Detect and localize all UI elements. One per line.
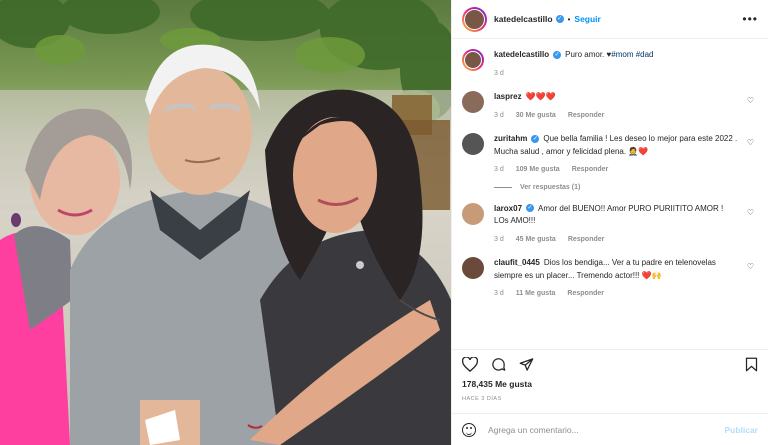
share-icon[interactable] xyxy=(519,357,534,372)
replies-divider xyxy=(494,186,512,188)
reply-button[interactable]: Responder xyxy=(567,288,604,301)
instagram-post: katedelcastillo ✓ • Seguir ••• katedelca… xyxy=(0,0,768,445)
view-replies-label[interactable]: Ver respuestas (1) xyxy=(520,184,580,191)
verified-badge-icon: ✓ xyxy=(531,134,540,143)
family-photo-illustration xyxy=(0,0,451,445)
verified-badge-icon: ✓ xyxy=(553,50,562,59)
more-options-icon[interactable]: ••• xyxy=(742,12,758,26)
comment-likes[interactable]: 45 Me gusta xyxy=(516,234,556,247)
commenter-avatar[interactable] xyxy=(462,91,484,113)
comment-username[interactable]: larox07 xyxy=(494,204,522,213)
comment-icon[interactable] xyxy=(491,357,506,372)
like-comment-icon[interactable]: ♡ xyxy=(747,262,754,271)
author-avatar[interactable] xyxy=(462,6,487,32)
likes-count[interactable]: 178,435 Me gusta xyxy=(452,379,768,393)
commenter-avatar[interactable] xyxy=(462,133,484,155)
separator-dot: • xyxy=(567,14,571,24)
caption-text: Puro amor. ♥ xyxy=(565,50,612,59)
caption-hashtags[interactable]: #mom #dad xyxy=(611,50,653,59)
comments-section: katedelcastillo ✓ Puro amor. ♥#mom #dad 3 … xyxy=(452,39,768,349)
comment-username[interactable]: zuritahm xyxy=(494,134,527,143)
comment-input[interactable] xyxy=(488,424,725,435)
caption-time[interactable]: 3 d xyxy=(494,68,504,81)
comment-likes[interactable]: 30 Me gusta xyxy=(516,110,556,123)
commenter-avatar[interactable] xyxy=(462,257,484,279)
reply-button[interactable]: Responder xyxy=(568,110,605,123)
comment-text: ❤️❤️❤️ xyxy=(525,92,556,101)
comment-item: larox07 ✓ Amor del BUENO!! Amor PURO PURII… xyxy=(462,202,758,247)
reply-button[interactable]: Responder xyxy=(572,164,609,177)
post-date[interactable]: HACE 3 DÍAS xyxy=(452,393,768,413)
bookmark-icon[interactable] xyxy=(745,357,758,372)
caption: katedelcastillo ✓ Puro amor. ♥#mom #dad 3 … xyxy=(462,49,758,80)
heart-icon[interactable] xyxy=(462,357,478,372)
comment-item: lasprez ❤️❤️❤️ 3 d 30 Me gusta Responder … xyxy=(462,91,758,122)
commenter-avatar[interactable] xyxy=(462,202,484,225)
post-side-panel: katedelcastillo ✓ • Seguir ••• katedelca… xyxy=(451,0,768,445)
post-actions xyxy=(452,349,768,379)
like-comment-icon[interactable]: ♡ xyxy=(747,96,754,105)
comment-likes[interactable]: 109 Me gusta xyxy=(516,164,560,177)
comment-username[interactable]: claufit_0445 xyxy=(494,258,540,267)
comment-time[interactable]: 3 d xyxy=(494,164,504,177)
view-replies-button[interactable]: Ver respuestas (1) xyxy=(494,184,758,191)
comment-item: claufit_0445 Dios los bendiga... Ver a tu… xyxy=(462,257,758,301)
comment-time[interactable]: 3 d xyxy=(494,234,504,247)
post-photo[interactable] xyxy=(0,0,451,445)
like-comment-icon[interactable]: ♡ xyxy=(747,138,754,147)
comment-likes[interactable]: 11 Me gusta xyxy=(516,288,556,301)
post-header: katedelcastillo ✓ • Seguir ••• xyxy=(452,0,768,39)
reply-button[interactable]: Responder xyxy=(568,234,605,247)
comment-time[interactable]: 3 d xyxy=(494,288,504,301)
comment-username[interactable]: lasprez xyxy=(494,92,522,101)
emoji-icon[interactable] xyxy=(462,422,476,437)
author-username[interactable]: katedelcastillo xyxy=(494,14,553,24)
verified-badge-icon: ✓ xyxy=(526,204,535,213)
comment-item: zuritahm ✓ Que bella familia ! Les deseo l… xyxy=(462,133,758,177)
verified-badge-icon: ✓ xyxy=(555,15,564,23)
comment-time[interactable]: 3 d xyxy=(494,110,504,123)
follow-button[interactable]: Seguir xyxy=(574,14,600,24)
caption-avatar[interactable] xyxy=(462,49,484,71)
publish-button[interactable]: Publicar xyxy=(724,425,758,435)
caption-username[interactable]: katedelcastillo xyxy=(494,50,549,59)
add-comment-bar: Publicar xyxy=(452,413,768,445)
like-comment-icon[interactable]: ♡ xyxy=(747,208,754,217)
